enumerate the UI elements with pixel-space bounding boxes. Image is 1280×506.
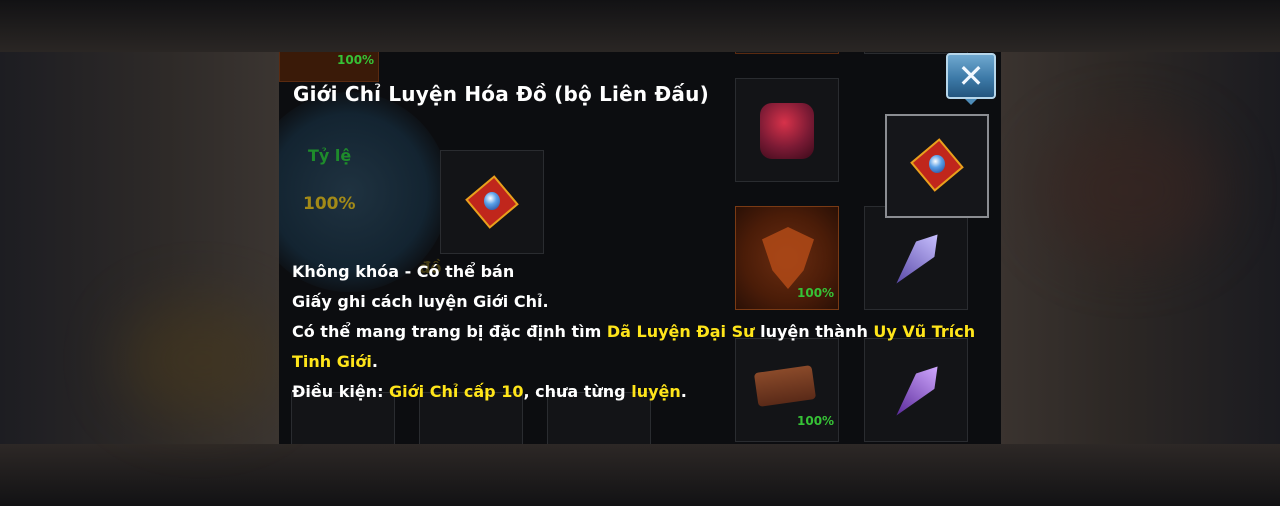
close-button[interactable]: ✕ [946, 53, 996, 99]
background-glow [1040, 120, 1220, 260]
text-segment: . [680, 382, 687, 401]
selected-item-preview [885, 114, 989, 218]
lock-status: Không khóa - Có thể bán [292, 262, 515, 281]
condition-line: Điều kiện: Giới Chỉ cấp 10, chưa từng lu… [292, 377, 992, 407]
blurred-background-top [0, 0, 1280, 52]
slot-percent: 100% [797, 414, 835, 428]
inventory-slot[interactable] [735, 52, 839, 54]
close-button-pointer [965, 99, 977, 105]
inventory-slot[interactable]: 100% [279, 52, 379, 82]
item-description: Không khóa - Có thể bán Giấy ghi cách lu… [292, 257, 992, 407]
item-title: Giới Chỉ Luyện Hóa Đồ (bộ Liên Đấu) [293, 82, 709, 106]
close-icon: ✕ [957, 57, 985, 95]
inventory-slot[interactable] [735, 78, 839, 182]
description-line: Giấy ghi cách luyện Giới Chỉ. [292, 292, 549, 311]
description-line: Tinh Giới. [292, 347, 992, 377]
background-glow [120, 300, 280, 420]
recipe-scroll-icon [910, 138, 964, 192]
condition-label: Điều kiện: [292, 382, 390, 401]
text-segment: , chưa từng [523, 382, 632, 401]
recipe-scroll-icon [465, 175, 519, 229]
blurred-background-bottom [0, 444, 1280, 506]
text-segment: . [371, 352, 378, 371]
tooltip-panel: 100% 100% 100% Tỷ lệ 100% đồ Giới Chỉ Lu… [279, 52, 1001, 444]
rate-value: 100% [303, 194, 356, 214]
rate-label: Tỷ lệ [308, 146, 352, 165]
armor-icon [760, 103, 814, 159]
blurred-background-left [0, 0, 279, 506]
description-line: Có thể mang trang bị đặc định tìm Dã Luy… [292, 317, 992, 347]
result-item-name: Tinh Giới [292, 352, 372, 371]
slot-percent: 100% [337, 53, 375, 67]
condition-value: luyện [631, 382, 681, 401]
condition-value: Giới Chỉ cấp 10 [389, 382, 524, 401]
inventory-slot[interactable] [440, 150, 544, 254]
text-segment: luyện thành [754, 322, 874, 341]
npc-name: Dã Luyện Đại Sư [606, 322, 755, 341]
text-segment: Có thể mang trang bị đặc định tìm [292, 322, 607, 341]
result-item-name: Uy Vũ Trích [873, 322, 976, 341]
